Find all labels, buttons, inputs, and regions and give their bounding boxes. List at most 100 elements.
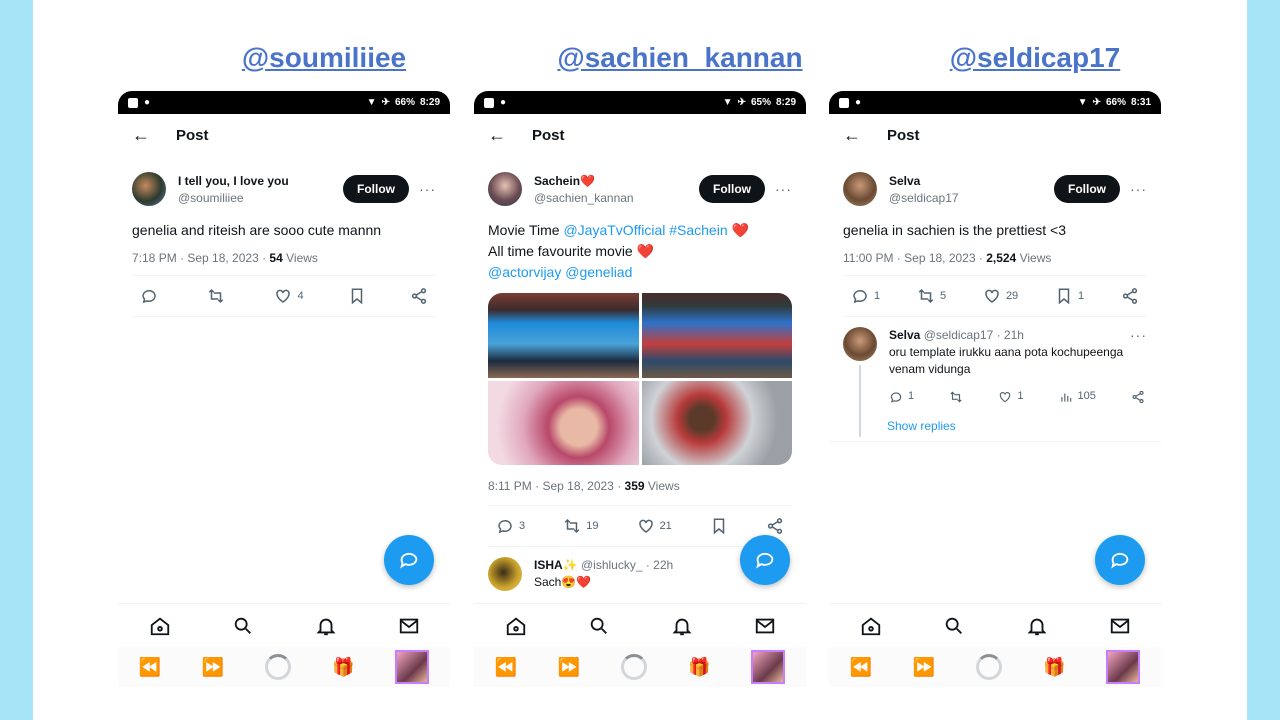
like-button[interactable]: 4	[274, 287, 304, 305]
share-button[interactable]	[1131, 388, 1145, 405]
reply-item[interactable]: Selva @seldicap17 · 21h ··· oru template…	[843, 317, 1147, 437]
reply-author-handle[interactable]: @seldicap17 · 21h	[920, 328, 1024, 342]
media-image[interactable]	[488, 293, 639, 378]
reply-count: 3	[519, 520, 526, 532]
fast-forward-icon[interactable]: ⏩	[558, 657, 580, 678]
reply-text: oru template irukku aana pota kochupeeng…	[889, 345, 1124, 376]
reply-author-name[interactable]: ISHA✨	[534, 558, 578, 572]
messages-envelope-icon[interactable]	[398, 615, 420, 637]
home-icon[interactable]	[149, 615, 171, 637]
fast-forward-icon[interactable]: ⏩	[202, 657, 224, 678]
post-header: ← Post	[829, 114, 1161, 156]
search-icon[interactable]	[232, 615, 254, 637]
author-name[interactable]: Selva	[889, 174, 1054, 188]
mention-link[interactable]: @actorvijay	[488, 264, 561, 280]
rewind-icon[interactable]: ⏪	[138, 657, 160, 678]
tweet-actions: 4	[132, 275, 436, 317]
reply-author-name[interactable]: Selva	[889, 328, 920, 342]
view-count: 2,524	[986, 251, 1017, 265]
back-arrow-icon[interactable]: ←	[843, 125, 861, 146]
tweet-author: I tell you, I love you @soumiliiee Follo…	[118, 156, 450, 212]
retweet-icon	[564, 518, 580, 534]
loading-spinner-icon	[265, 654, 292, 680]
share-button[interactable]	[766, 517, 784, 535]
show-replies-link[interactable]: Show replies	[887, 419, 1161, 433]
bookmark-button[interactable]	[710, 517, 728, 535]
media-image[interactable]	[488, 380, 639, 465]
app-thumbnail[interactable]	[1106, 650, 1141, 684]
more-options-icon[interactable]: ···	[1130, 327, 1147, 344]
search-icon[interactable]	[943, 615, 965, 637]
app-thumbnail[interactable]	[751, 650, 786, 684]
back-arrow-icon[interactable]: ←	[132, 125, 150, 146]
bookmark-button[interactable]: 1	[1055, 287, 1084, 305]
rewind-icon[interactable]: ⏪	[494, 657, 516, 678]
home-icon[interactable]	[860, 615, 882, 637]
notifications-bell-icon[interactable]	[315, 615, 337, 637]
author-handle[interactable]: @soumiliiee	[178, 191, 343, 205]
share-button[interactable]	[1121, 287, 1139, 305]
more-options-icon[interactable]: ···	[419, 181, 436, 197]
wifi-icon: ▼	[366, 97, 377, 108]
messages-envelope-icon[interactable]	[1109, 615, 1131, 637]
avatar[interactable]	[132, 172, 166, 206]
search-icon[interactable]	[588, 615, 610, 637]
retweet-button[interactable]: 5	[917, 287, 946, 305]
tweet-timestamp: 8:11 PM · Sep 18, 2023 ·	[488, 479, 625, 493]
hashtag-link[interactable]: #Sachein	[669, 222, 727, 238]
media-image[interactable]	[641, 293, 792, 378]
avatar[interactable]	[488, 172, 522, 206]
follow-button[interactable]: Follow	[1054, 175, 1120, 203]
reply-button[interactable]: 3	[496, 517, 525, 535]
notifications-bell-icon[interactable]	[1026, 615, 1048, 637]
gift-icon[interactable]: 🎁	[332, 657, 354, 678]
avatar[interactable]	[843, 172, 877, 206]
views-button[interactable]: 105	[1059, 388, 1096, 405]
retweet-button[interactable]	[207, 287, 230, 305]
heart-icon	[985, 289, 999, 303]
like-button[interactable]: 29	[983, 287, 1018, 305]
bookmark-button[interactable]	[348, 287, 366, 305]
avatar[interactable]	[843, 327, 877, 361]
author-name[interactable]: I tell you, I love you	[178, 174, 343, 188]
author-name[interactable]: Sachein❤️	[534, 174, 699, 188]
author-handle[interactable]: @seldicap17	[889, 191, 1054, 205]
bookmark-icon	[713, 518, 725, 535]
messages-envelope-icon[interactable]	[754, 615, 776, 637]
author-handle[interactable]: @sachien_kannan	[534, 191, 699, 205]
back-arrow-icon[interactable]: ←	[488, 125, 506, 146]
compose-reply-fab[interactable]	[384, 535, 434, 585]
home-icon[interactable]	[505, 615, 527, 637]
compose-reply-fab[interactable]	[1095, 535, 1145, 585]
gift-icon[interactable]: 🎁	[688, 657, 710, 678]
share-button[interactable]	[410, 287, 428, 305]
follow-button[interactable]: Follow	[343, 175, 409, 203]
gift-icon[interactable]: 🎁	[1043, 657, 1065, 678]
like-button[interactable]: 21	[637, 517, 672, 535]
avatar[interactable]	[488, 557, 522, 591]
fast-forward-icon[interactable]: ⏩	[913, 657, 935, 678]
reply-button[interactable]: 1	[851, 287, 880, 305]
reply-button[interactable]: 1	[889, 388, 914, 405]
more-options-icon[interactable]: ···	[775, 181, 792, 197]
more-options-icon[interactable]: ···	[1130, 181, 1147, 197]
reply-author-handle[interactable]: @ishlucky_ · 22h	[581, 558, 673, 572]
views-label: Views	[282, 251, 318, 265]
retweet-button[interactable]	[949, 388, 963, 405]
notifications-bell-icon[interactable]	[671, 615, 693, 637]
app-thumbnail[interactable]	[395, 650, 430, 684]
reply-button[interactable]	[140, 287, 163, 305]
mention-link[interactable]: @geneliad	[565, 264, 632, 280]
heart-icon	[1000, 391, 1011, 402]
media-image[interactable]	[641, 380, 792, 465]
reply-actions: 1 1 105	[889, 388, 1147, 405]
tweet-actions: 3 19 21	[488, 505, 792, 547]
compose-reply-fab[interactable]	[740, 535, 790, 585]
battery-level: 66%	[394, 97, 415, 108]
retweet-button[interactable]: 19	[563, 517, 598, 535]
rewind-icon[interactable]: ⏪	[849, 657, 871, 678]
follow-button[interactable]: Follow	[699, 175, 765, 203]
like-button[interactable]: 1	[998, 388, 1023, 405]
mention-link[interactable]: @JayaTvOfficial	[563, 222, 665, 238]
media-grid[interactable]	[488, 293, 792, 465]
